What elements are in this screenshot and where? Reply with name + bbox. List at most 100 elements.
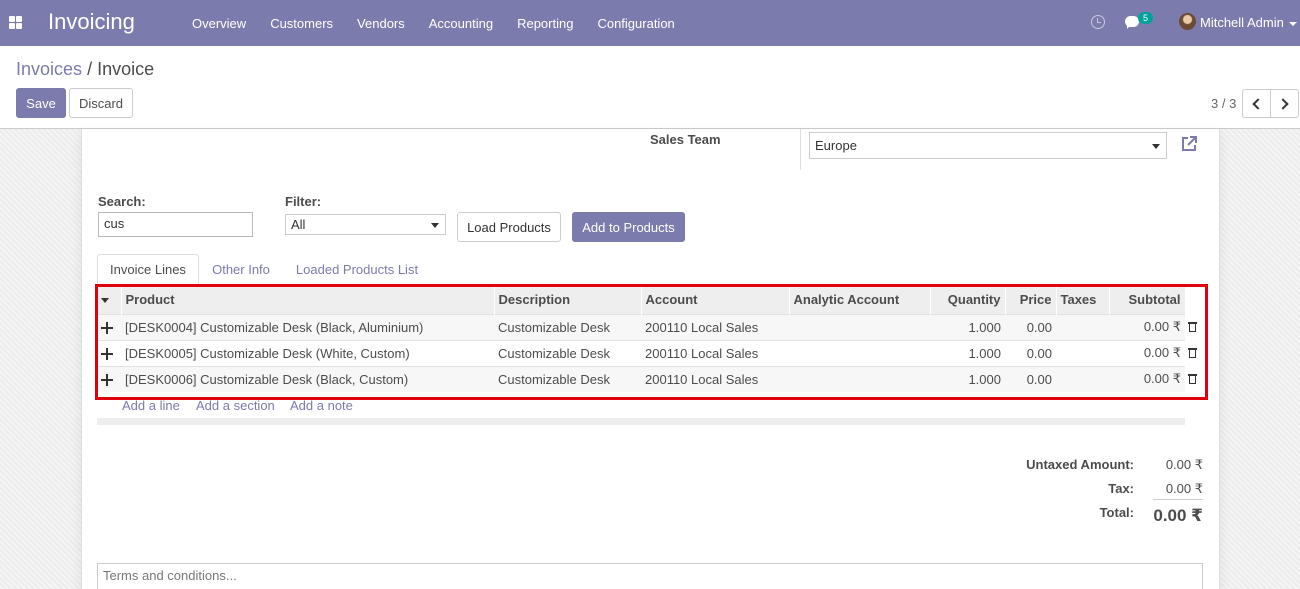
cell-taxes[interactable]: [1056, 365, 1109, 392]
chevron-down-icon: [1288, 21, 1297, 26]
search-input[interactable]: cus: [98, 212, 253, 237]
table-row[interactable]: [DESK0004] Customizable Desk (Black, Alu…: [97, 313, 1185, 340]
discard-button[interactable]: Discard: [69, 88, 133, 118]
filter-value: All: [291, 217, 306, 232]
cell-description[interactable]: Customizable Desk: [494, 365, 641, 392]
cell-quantity[interactable]: 1.000: [930, 339, 1005, 366]
load-products-button[interactable]: Load Products: [457, 212, 561, 242]
tab-other-info[interactable]: Other Info: [203, 254, 279, 285]
sort-column-header[interactable]: [97, 286, 122, 314]
activity-clock-icon[interactable]: [1091, 15, 1105, 29]
column-taxes[interactable]: Taxes: [1056, 286, 1110, 314]
total-label: Total:: [1099, 505, 1134, 520]
cell-account[interactable]: 200110 Local Sales: [641, 313, 789, 340]
column-subtotal[interactable]: Subtotal: [1109, 286, 1186, 314]
sort-caret-icon: [101, 298, 109, 304]
drag-handle-icon: [101, 374, 113, 387]
chat-count-badge: 5: [1138, 12, 1154, 24]
table-row[interactable]: [DESK0005] Customizable Desk (White, Cus…: [97, 339, 1185, 366]
cell-subtotal: 0.00 ₹: [1109, 313, 1185, 340]
column-price[interactable]: Price: [1005, 286, 1057, 314]
apps-menu-icon[interactable]: [9, 16, 22, 29]
tab-invoice-lines[interactable]: Invoice Lines: [97, 254, 199, 285]
cell-description[interactable]: Customizable Desk: [494, 339, 641, 366]
cell-price[interactable]: 0.00: [1005, 339, 1056, 366]
cell-price[interactable]: 0.00: [1005, 313, 1056, 340]
chevron-right-icon: [1277, 97, 1289, 110]
background-left: [0, 129, 81, 589]
cell-taxes[interactable]: [1056, 313, 1109, 340]
breadcrumb-current: Invoice: [97, 59, 155, 79]
drag-handle[interactable]: [97, 365, 121, 392]
menu-overview[interactable]: Overview: [180, 16, 258, 31]
tab-loaded-products-list[interactable]: Loaded Products List: [287, 254, 427, 285]
sales-team-value: Europe: [815, 138, 857, 153]
cell-quantity[interactable]: 1.000: [930, 365, 1005, 392]
sales-team-select[interactable]: Europe: [809, 132, 1167, 159]
app-title[interactable]: Invoicing: [48, 9, 135, 35]
add-note-link[interactable]: Add a note: [290, 398, 353, 413]
untaxed-amount-value: 0.00 ₹: [1165, 457, 1203, 472]
breadcrumb-separator: /: [87, 59, 93, 79]
control-panel: Invoices / Invoice Save Discard 3 / 3: [0, 46, 1300, 129]
drag-handle[interactable]: [97, 339, 121, 366]
menu-accounting[interactable]: Accounting: [417, 16, 505, 31]
avatar[interactable]: [1179, 13, 1196, 30]
cell-description[interactable]: Customizable Desk: [494, 313, 641, 340]
main-menu: Overview Customers Vendors Accounting Re…: [180, 0, 687, 46]
invoice-lines-table: Product Description Account Analytic Acc…: [97, 286, 1186, 392]
drag-handle[interactable]: [97, 313, 121, 340]
cell-price[interactable]: 0.00: [1005, 365, 1056, 392]
cell-analytic-account[interactable]: [789, 365, 930, 392]
cell-account[interactable]: 200110 Local Sales: [641, 339, 789, 366]
user-menu[interactable]: Mitchell Admin: [1200, 15, 1297, 30]
add-line-link[interactable]: Add a line: [122, 398, 180, 413]
add-to-products-button[interactable]: Add to Products: [572, 212, 685, 242]
cell-account[interactable]: 200110 Local Sales: [641, 365, 789, 392]
column-analytic-account[interactable]: Analytic Account: [789, 286, 931, 314]
cell-analytic-account[interactable]: [789, 313, 930, 340]
chevron-left-icon: [1252, 97, 1264, 110]
column-account[interactable]: Account: [641, 286, 790, 314]
tax-label: Tax:: [1108, 481, 1134, 496]
external-link-icon[interactable]: [1180, 135, 1198, 153]
totals-separator: [1153, 499, 1203, 500]
pager-previous-button[interactable]: [1242, 89, 1271, 118]
sales-team-label: Sales Team: [650, 132, 721, 147]
cell-product[interactable]: [DESK0005] Customizable Desk (White, Cus…: [121, 339, 494, 366]
delete-row-icon[interactable]: [1188, 347, 1197, 358]
breadcrumb-invoices[interactable]: Invoices: [16, 59, 82, 79]
cell-product[interactable]: [DESK0004] Customizable Desk (Black, Alu…: [121, 313, 494, 340]
cell-analytic-account[interactable]: [789, 339, 930, 366]
cell-product[interactable]: [DESK0006] Customizable Desk (Black, Cus…: [121, 365, 494, 392]
delete-row-icon[interactable]: [1188, 321, 1197, 332]
drag-handle-icon: [101, 348, 113, 361]
save-button[interactable]: Save: [16, 88, 66, 118]
menu-reporting[interactable]: Reporting: [505, 16, 585, 31]
cell-subtotal: 0.00 ₹: [1109, 339, 1185, 366]
column-product[interactable]: Product: [121, 286, 495, 314]
pager-counter[interactable]: 3 / 3: [1211, 96, 1236, 111]
breadcrumb: Invoices / Invoice: [16, 59, 154, 80]
cell-taxes[interactable]: [1056, 339, 1109, 366]
delete-row-icon[interactable]: [1188, 373, 1197, 384]
divider: [800, 129, 801, 170]
pager-next-button[interactable]: [1270, 89, 1299, 118]
menu-vendors[interactable]: Vendors: [345, 16, 417, 31]
terms-and-conditions-field[interactable]: Terms and conditions...: [97, 563, 1203, 589]
menu-customers[interactable]: Customers: [258, 16, 345, 31]
background-right: [1221, 129, 1300, 589]
chat-icon[interactable]: [1125, 16, 1139, 29]
column-description[interactable]: Description: [494, 286, 642, 314]
menu-configuration[interactable]: Configuration: [585, 16, 686, 31]
untaxed-amount-label: Untaxed Amount:: [1026, 457, 1134, 472]
column-quantity[interactable]: Quantity: [930, 286, 1006, 314]
add-section-link[interactable]: Add a section: [196, 398, 275, 413]
dropdown-caret-icon: [431, 222, 439, 228]
cell-quantity[interactable]: 1.000: [930, 313, 1005, 340]
filter-label: Filter:: [285, 194, 322, 209]
user-name: Mitchell Admin: [1200, 15, 1284, 30]
top-navbar: Invoicing Overview Customers Vendors Acc…: [0, 0, 1300, 46]
filter-select[interactable]: All: [285, 214, 446, 235]
table-row[interactable]: [DESK0006] Customizable Desk (Black, Cus…: [97, 365, 1185, 392]
